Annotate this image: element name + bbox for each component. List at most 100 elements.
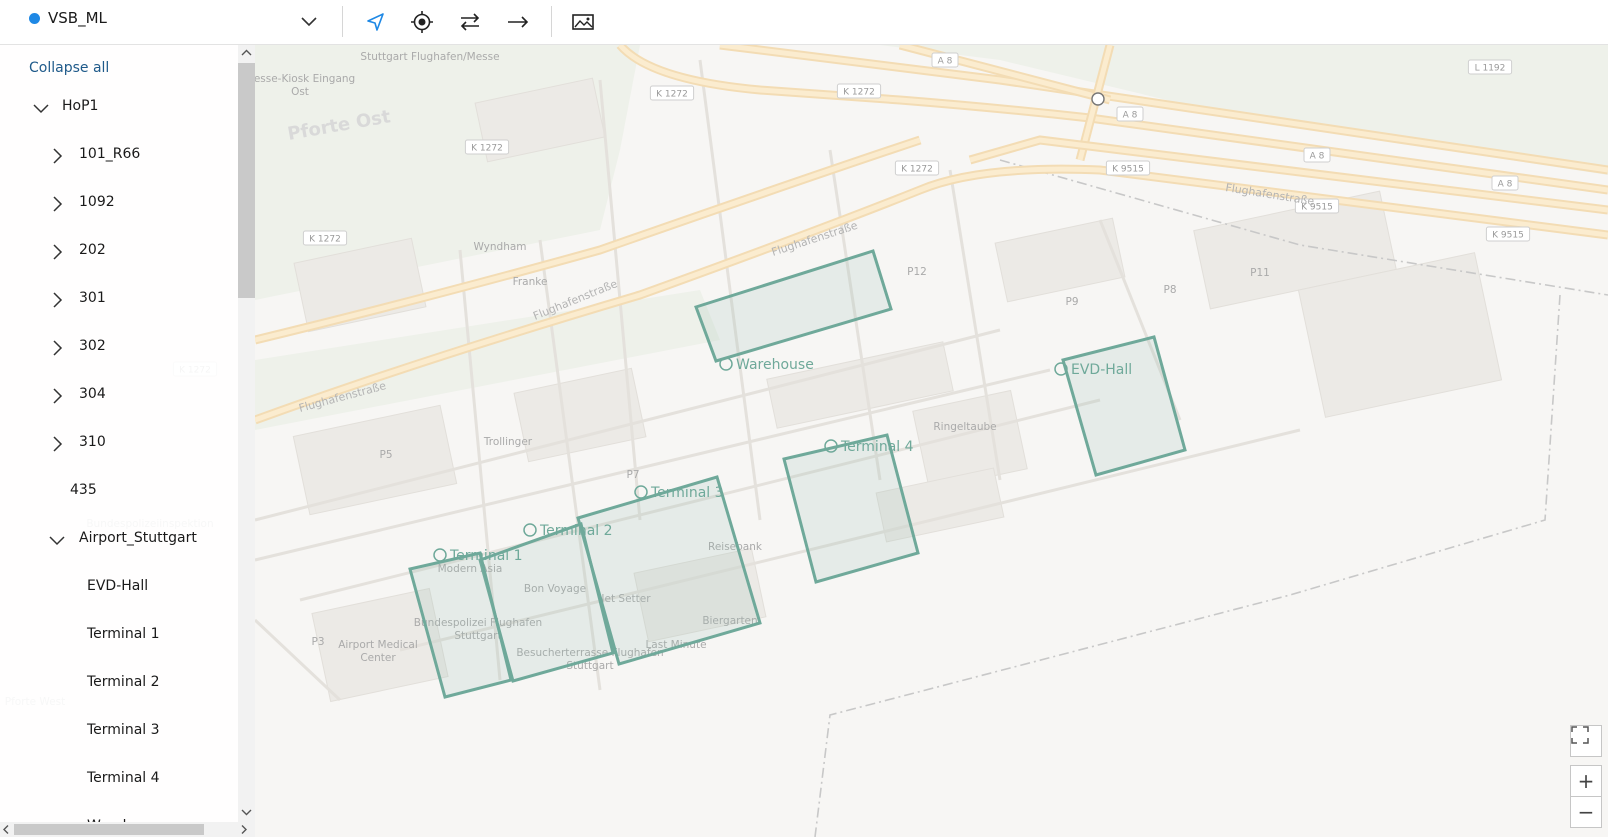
swap-arrows-icon [460,13,480,31]
crosshair-icon [1091,92,1105,106]
chevron-right-icon[interactable] [47,290,67,310]
zone-label: Terminal 2 [539,523,613,539]
toolbar-divider [551,6,552,37]
poi-label: Center [360,652,396,664]
tree-item[interactable]: Terminal 3 [0,717,238,757]
tree-item[interactable]: 202 [0,237,238,277]
fullscreen-icon [1571,726,1589,744]
tree-item[interactable]: HoP1 [0,93,238,133]
zone-anchor-icon [523,523,537,537]
site-name: VSB_ML [48,9,107,27]
site-selector[interactable]: VSB_ML [0,0,340,45]
tree-item[interactable]: Terminal 2 [0,669,238,709]
zone-label: Terminal 3 [650,485,724,501]
scroll-down-icon[interactable] [238,804,255,822]
swap-button[interactable] [455,8,485,36]
locate-target-icon [411,11,433,33]
tree-item-label: HoP1 [62,98,99,114]
zone-label: Terminal 4 [840,439,914,455]
chevron-down-icon[interactable] [31,98,51,118]
chevron-right-icon[interactable] [47,434,67,454]
poi-label: P7 [626,469,639,481]
tree-item-label: Airport_Stuttgart [79,530,197,546]
poi-label: Airport Medical [338,639,418,651]
navigation-arrow-icon [367,13,384,31]
tree-item[interactable]: 435 [0,477,238,517]
road-shield-label: A 8 [1498,180,1513,190]
road-shield-label: A 8 [938,57,953,67]
poi-label: Wyndham [473,241,526,253]
poi-label: Stuttgart Flughafen/Messe [360,51,499,63]
tree-item[interactable]: 1092 [0,189,238,229]
tree-item-label: 310 [79,434,106,450]
navigate-button[interactable] [360,8,390,36]
road-shield-label: A 8 [1123,111,1138,121]
tree-item-label: 435 [70,482,97,498]
tree-item[interactable]: 301 [0,285,238,325]
zone-polygon[interactable] [782,433,920,584]
chevron-right-icon[interactable] [47,338,67,358]
tree-item[interactable]: Terminal 4 [0,765,238,805]
horizontal-scrollbar[interactable] [0,822,255,837]
scroll-left-icon[interactable] [0,822,12,837]
building-footprint [292,404,458,516]
vertical-scroll-thumb[interactable] [238,63,255,298]
collapse-all-link[interactable]: Collapse all [29,60,109,76]
tree-item-label: Terminal 3 [87,722,160,738]
chevron-down-icon [301,17,317,27]
locate-button[interactable] [407,8,437,36]
poi-label: P9 [1065,296,1078,308]
street-name: Flughafenstraße [1225,181,1316,208]
zone-polygon[interactable] [1061,335,1187,477]
top-toolbar: VSB_ML [0,0,1608,45]
horizontal-scroll-thumb[interactable] [14,824,204,835]
route-button[interactable] [503,8,533,36]
tree-item-label: Terminal 4 [87,770,160,786]
poi-label: P11 [1250,267,1270,279]
zone-terminal-4[interactable]: Terminal 4 [782,433,920,584]
road-shield-label: K 9515 [1492,231,1524,241]
poi-label: Ringeltaube [933,421,996,433]
chevron-right-icon[interactable] [47,386,67,406]
tree-item[interactable]: Airport_Stuttgart [0,525,238,565]
chevron-down-icon[interactable] [47,530,67,550]
road-shield-label: K 1272 [901,165,933,175]
chevron-right-icon[interactable] [47,146,67,166]
background-image-button[interactable] [568,8,598,36]
zone-anchor-icon [719,357,733,371]
tree-item-label: EVD-Hall [87,578,149,594]
poi-label: Franke [513,276,548,288]
poi-label: Ost [291,86,309,98]
tree-item-label: 202 [79,242,106,258]
chevron-right-icon[interactable] [47,242,67,262]
fullscreen-button[interactable] [1570,725,1602,757]
site-status-dot [29,13,40,24]
tree-item[interactable]: EVD-Hall [0,573,238,613]
tree-item[interactable]: 101_R66 [0,141,238,181]
road-shield-label: K 1272 [471,144,503,154]
chevron-right-icon[interactable] [47,194,67,214]
zone-anchor-icon [433,548,447,562]
poi-label: P12 [907,266,927,278]
tree-item[interactable]: 302 [0,333,238,373]
zoom-in-button[interactable]: + [1570,765,1602,797]
poi-label: P5 [379,449,392,461]
vertical-scrollbar[interactable] [238,45,255,822]
road-shield-label: A 8 [1310,152,1325,162]
tree-item-label: Terminal 2 [87,674,160,690]
tree-item[interactable]: 304 [0,381,238,421]
tree-item[interactable]: Terminal 1 [0,621,238,661]
road-shield-label: K 1272 [656,90,688,100]
arrow-right-icon [508,16,529,28]
zoom-out-button[interactable]: − [1570,796,1602,828]
toolbar-divider [342,6,343,37]
scroll-up-icon[interactable] [238,45,255,61]
road-shield-label: K 1272 [309,235,341,245]
poi-label: Messe-Kiosk Eingang [245,73,355,85]
road-shield-label: K 1272 [843,88,875,98]
tree-item-label: 301 [79,290,106,306]
road-shield-label: L 1192 [1475,64,1506,74]
tree-item[interactable]: 310 [0,429,238,469]
poi-label: Trollinger [483,436,533,448]
scroll-right-icon[interactable] [238,822,250,837]
